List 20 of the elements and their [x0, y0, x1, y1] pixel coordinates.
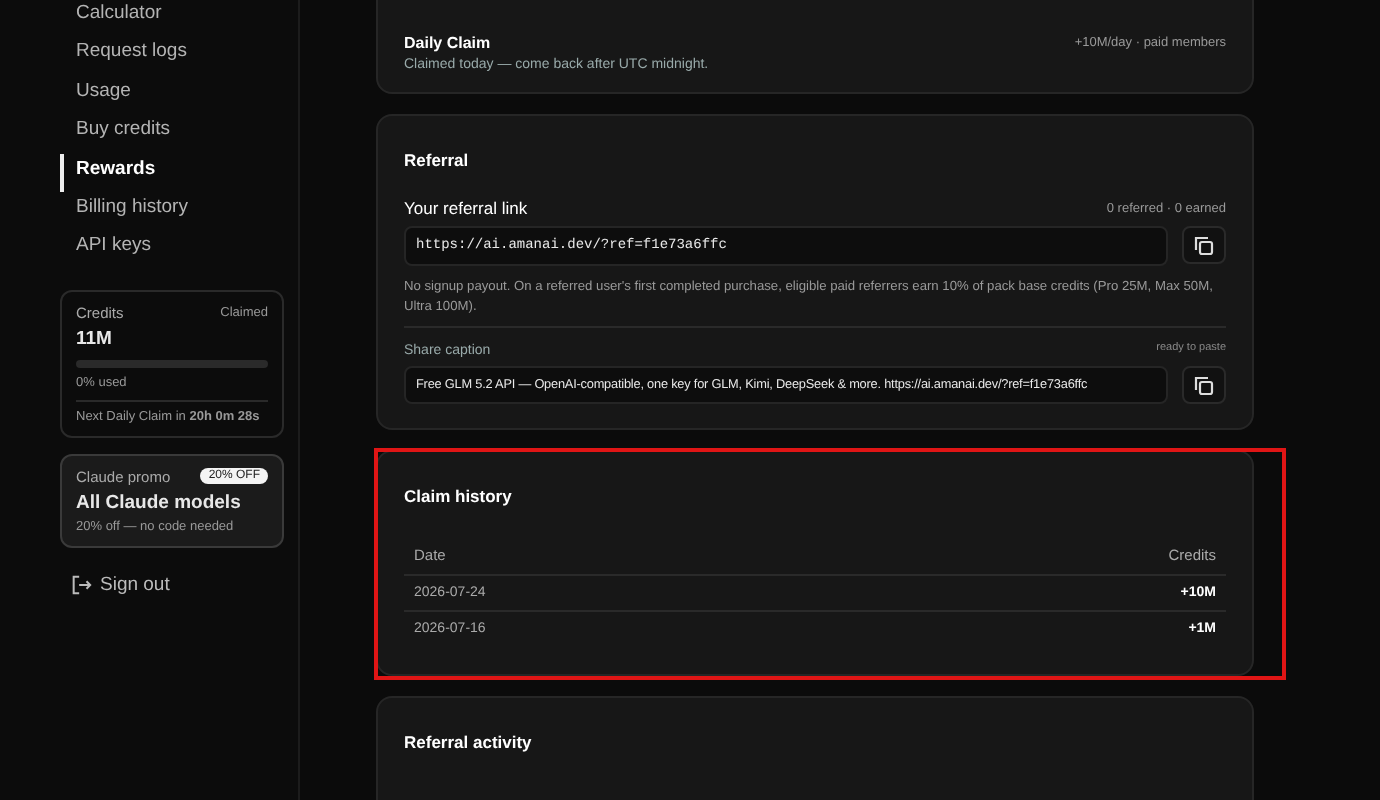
sidebar-item[interactable]: Billing history	[60, 191, 284, 231]
sidebar-item[interactable]: Usage	[60, 75, 284, 115]
promo-title: All Claude models	[76, 491, 243, 514]
credits-amount: 11M	[76, 327, 114, 350]
sidebar-item[interactable]: Request logs	[60, 36, 284, 76]
sidebar-item[interactable]: Calculator	[60, 0, 284, 37]
copy-icon	[1194, 235, 1214, 255]
copy-button[interactable]	[1182, 226, 1226, 264]
referral-link-label: Your referral link	[404, 198, 528, 218]
sign-out-button[interactable]: Sign out	[60, 573, 170, 596]
referral-title: Referral	[404, 150, 471, 170]
sidebar-item[interactable]: Rewards	[60, 153, 284, 192]
claim-history-title: Claim history	[404, 486, 514, 507]
copy-icon	[1194, 375, 1214, 396]
daily-claim-title: Daily Claim	[404, 34, 491, 52]
referral-activity-title: Referral activity	[404, 732, 534, 753]
sidebar-item[interactable]: Buy credits	[60, 114, 284, 154]
copy-button[interactable]	[1182, 366, 1226, 405]
sign-out-icon	[70, 573, 92, 596]
sidebar-item[interactable]: API keys	[60, 230, 284, 270]
